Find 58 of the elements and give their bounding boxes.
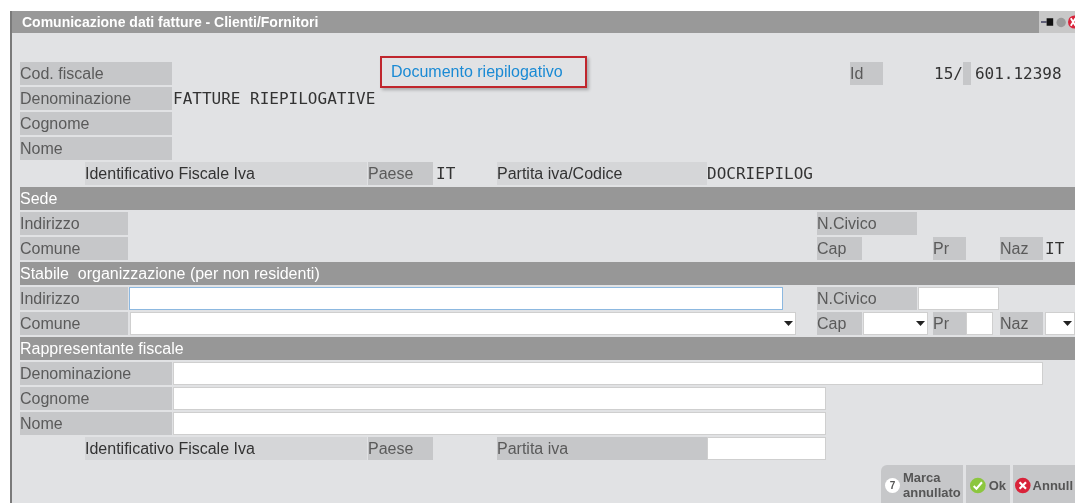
field-value: IT [1045,238,1066,260]
field-label: Comune [20,312,128,335]
field-label: Paese [368,162,433,185]
field-label: Nome [20,412,172,435]
field-value: FATTURE RIEPILOGATIVE [173,88,377,110]
field-value: DOCRIEPILOG [707,163,814,185]
input-field[interactable] [173,362,1043,385]
field-label: Cognome [20,387,172,410]
caret-icon [784,321,793,326]
field-value: IT [436,163,457,185]
section-header: Sede [20,187,1075,210]
cancel-button[interactable]: Annull [1013,465,1075,503]
field-label: Indirizzo [20,287,128,310]
id-prefix: 15/ [934,63,963,85]
field-label: Cod. fiscale [20,62,172,85]
input-field[interactable] [129,287,783,310]
id-number: 601.12398 [974,63,1062,85]
field-label: N.Civico [817,212,917,235]
field-label: Cap [817,237,862,260]
close-icon [1015,476,1031,494]
id-separator [962,62,971,85]
window-title: Comunicazione dati fatture - Clienti/Fornitori [22,15,319,29]
field-label: N.Civico [817,287,917,310]
dropdown-field[interactable] [863,312,928,335]
field-label: Denominazione [20,87,172,110]
input-field[interactable] [173,412,826,435]
summary-document-link[interactable]: Documento riepilogativo [380,56,587,88]
field-label: Partita iva [497,437,707,460]
dropdown-field[interactable] [1045,312,1075,335]
input-field[interactable] [707,437,826,460]
field-label: Pr [933,312,966,335]
input-field[interactable] [918,287,999,310]
caret-icon [1063,321,1072,326]
field-label: Paese [368,437,433,460]
field-label: Denominazione [20,362,172,385]
field-label: Naz [1000,312,1043,335]
close-icon[interactable] [1068,15,1075,29]
field-label: Naz [1000,237,1043,260]
field-label: Cap [817,312,862,335]
input-field[interactable] [173,387,826,410]
field-label: Indirizzo [20,212,128,235]
field-label: Identificativo Fiscale Iva [85,162,367,185]
field-label: Identificativo Fiscale Iva [85,437,367,460]
field-label: Nome [20,137,172,160]
field-label: Pr [933,237,966,260]
field-label: Cognome [20,112,172,135]
section-header: Stabile organizzazione (per non residenti) [20,262,1075,285]
dropdown-field[interactable] [130,312,796,335]
field-label: Id [850,62,883,85]
field-label: Partita iva/Codice [497,162,707,185]
key-badge: 7 [885,477,900,493]
ok-button[interactable]: Ok [966,465,1010,503]
input-field[interactable] [966,312,993,335]
pin-icon[interactable] [1041,17,1055,27]
caret-icon [916,321,925,326]
field-label: Comune [20,237,128,260]
check-icon [970,476,986,494]
section-header: Rappresentante fiscale [20,337,1075,360]
